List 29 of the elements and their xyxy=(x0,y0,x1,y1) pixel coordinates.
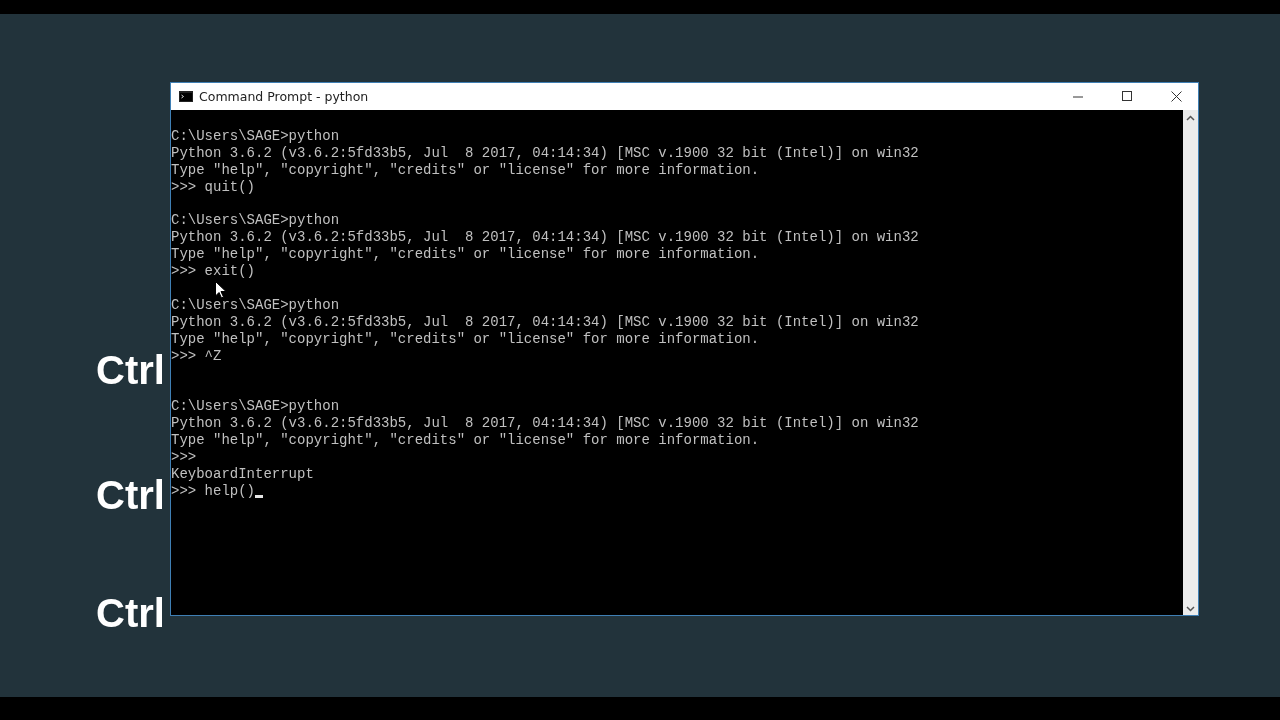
console-line: >>> help() xyxy=(171,482,255,499)
mouse-pointer-icon xyxy=(215,281,227,299)
console-line: Python 3.6.2 (v3.6.2:5fd33b5, Jul 8 2017, 04:14:34) [MSC v.1900 32 bit (Intel)] on win32 xyxy=(171,144,919,161)
console-line: >>> exit() xyxy=(171,263,255,280)
console-icon xyxy=(179,91,193,102)
console-line: C:\Users\SAGE>python xyxy=(171,128,340,144)
scrollbar[interactable] xyxy=(1183,110,1198,615)
slide-heading: Ctrl xyxy=(96,475,165,515)
window-title: Command Prompt - python xyxy=(199,89,370,104)
maximize-icon xyxy=(1122,91,1133,102)
scroll-up-icon[interactable] xyxy=(1186,115,1195,121)
console-line: >>> ^Z xyxy=(171,347,222,364)
console-line: KeyboardInterrupt xyxy=(171,465,314,482)
scroll-down-icon[interactable] xyxy=(1186,606,1195,612)
console-line: Type "help", "copyright", "credits" or "license" for more information. xyxy=(171,330,760,347)
console-line: Type "help", "copyright", "credits" or "license" for more information. xyxy=(171,161,760,178)
console-line: Python 3.6.2 (v3.6.2:5fd33b5, Jul 8 2017, 04:14:34) [MSC v.1900 32 bit (Intel)] on win32 xyxy=(171,415,919,432)
console-line: >>> xyxy=(171,448,197,465)
console-line: C:\Users\SAGE>python xyxy=(171,212,340,229)
console-line: Python 3.6.2 (v3.6.2:5fd33b5, Jul 8 2017, 04:14:34) [MSC v.1900 32 bit (Intel)] on win32 xyxy=(171,229,919,246)
console-line: >>> quit() xyxy=(171,178,255,195)
console-line: Type "help", "copyright", "credits" or "license" for more information. xyxy=(171,246,760,263)
close-icon xyxy=(1171,91,1182,102)
console-line: Python 3.6.2 (v3.6.2:5fd33b5, Jul 8 2017, 04:14:34) [MSC v.1900 32 bit (Intel)] on win32 xyxy=(171,313,919,330)
slide-heading: Ctrl xyxy=(96,350,165,390)
console-line: C:\Users\SAGE>python xyxy=(171,398,340,415)
slide-heading: Ctrl xyxy=(96,593,165,633)
console-line: Type "help", "copyright", "credits" or "license" for more information. xyxy=(171,432,760,449)
console-line: C:\Users\SAGE>python xyxy=(171,296,340,313)
